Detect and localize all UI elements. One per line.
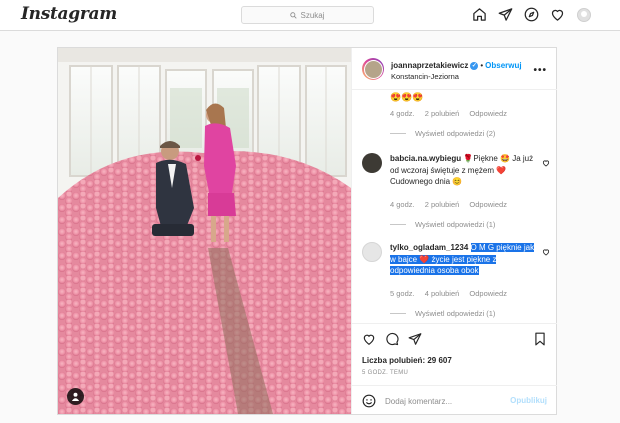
comment-reply-button[interactable]: Odpowiedz (469, 200, 507, 209)
likes-count[interactable]: Liczba polubień: 29 607 (362, 356, 452, 365)
post-timestamp[interactable]: 5 GODZ. TEMU (362, 370, 408, 376)
post-sidebar: joannaprzetakiewicz ✓ • Obserwuj Konstan… (351, 48, 557, 414)
direct-messages-icon[interactable] (498, 7, 513, 22)
post-photo[interactable] (58, 48, 351, 414)
view-replies-button[interactable]: Wyświetl odpowiedzi (1) (390, 309, 495, 318)
comment-likes[interactable]: 2 polubień (425, 109, 460, 118)
activity-heart-icon[interactable] (550, 7, 565, 22)
post-image (58, 48, 351, 414)
comment-likes[interactable]: 2 polubień (425, 200, 460, 209)
comment-meta: 4 godz. 2 polubień Odpowiedz (390, 109, 515, 118)
top-navbar: Instagram Szukaj (0, 0, 620, 31)
like-comment-icon[interactable] (542, 159, 550, 167)
view-replies-button[interactable]: Wyświetl odpowiedzi (1) (390, 220, 495, 229)
view-replies-label: Wyświetl odpowiedzi (1) (415, 309, 496, 318)
comment-body: tylko_ogladam_1234 O M G pięknie jak w b… (390, 242, 535, 277)
comment-meta: 5 godz. 4 polubień Odpowiedz (390, 289, 515, 298)
author-username[interactable]: joannaprzetakiewicz (391, 61, 468, 70)
profile-avatar[interactable] (576, 7, 591, 22)
search-placeholder: Szukaj (300, 10, 325, 20)
comment-meta: 4 godz. 2 polubień Odpowiedz (390, 200, 515, 209)
comment-time[interactable]: 5 godz. (390, 289, 415, 298)
user-tag-icon (71, 392, 80, 401)
publish-button[interactable]: Opublikuj (510, 396, 547, 405)
more-options-icon[interactable]: ••• (533, 65, 547, 76)
verified-badge-icon: ✓ (470, 61, 479, 70)
emoji-smile-icon[interactable] (362, 394, 376, 408)
comment-reply-button[interactable]: Odpowiedz (469, 109, 507, 118)
home-icon[interactable] (472, 7, 487, 22)
view-replies-label: Wyświetl odpowiedzi (2) (415, 129, 496, 138)
share-send-icon[interactable] (408, 332, 422, 346)
comment-time[interactable]: 4 godz. (390, 109, 415, 118)
like-comment-icon[interactable] (542, 248, 550, 256)
add-comment-bar: Opublikuj (352, 385, 557, 415)
comment-input[interactable] (385, 393, 495, 409)
search-input[interactable]: Szukaj (241, 6, 374, 24)
commenter-avatar[interactable] (362, 153, 382, 173)
comments-list[interactable]: 😍😍😍 4 godz. 2 polubień Odpowiedz Wyświet… (352, 90, 557, 323)
follow-button[interactable]: Obserwuj (485, 61, 521, 70)
post-card: joannaprzetakiewicz ✓ • Obserwuj Konstan… (57, 47, 557, 415)
commenter-username[interactable]: babcia.na.wybiegu (390, 154, 461, 163)
post-location[interactable]: Konstancin-Jeziorna (391, 72, 459, 81)
post-actions: Liczba polubień: 29 607 5 GODZ. TEMU Opu… (352, 323, 557, 414)
author-avatar[interactable] (362, 58, 384, 80)
comment-likes[interactable]: 4 polubień (425, 289, 460, 298)
commenter-username[interactable]: tylko_ogladam_1234 (390, 243, 468, 252)
view-replies-button[interactable]: Wyświetl odpowiedzi (2) (390, 129, 495, 138)
comment-body: babcia.na.wybiegu 🌹Piękne 🤩 Ja już od wc… (390, 153, 535, 188)
comment-bubble-icon[interactable] (385, 332, 399, 346)
explore-compass-icon[interactable] (524, 7, 539, 22)
comment-time[interactable]: 4 godz. (390, 200, 415, 209)
instagram-logo[interactable]: Instagram (21, 4, 117, 24)
comment-emoji-text: 😍😍😍 (390, 92, 424, 102)
view-replies-label: Wyświetl odpowiedzi (1) (415, 220, 496, 229)
post-header: joannaprzetakiewicz ✓ • Obserwuj Konstan… (352, 48, 557, 90)
tagged-people-button[interactable] (67, 388, 84, 405)
commenter-avatar[interactable] (362, 242, 382, 262)
comment-reply-button[interactable]: Odpowiedz (469, 289, 507, 298)
bookmark-icon[interactable] (533, 332, 547, 346)
search-icon (290, 11, 298, 19)
separator-dot: • (480, 61, 484, 70)
like-heart-icon[interactable] (362, 332, 376, 346)
